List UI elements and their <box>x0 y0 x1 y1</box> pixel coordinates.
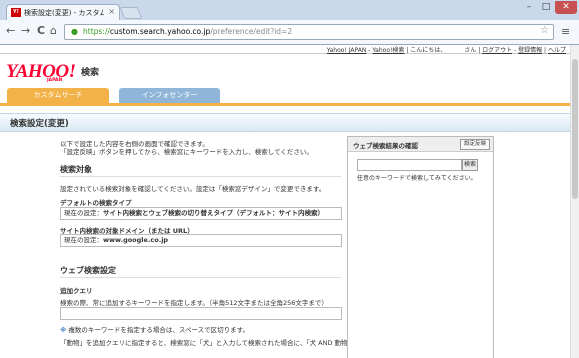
address-url: https://custom.search.yahoo.co.jp/prefer… <box>83 27 292 36</box>
yahoo-favicon-icon: Y! <box>11 8 21 17</box>
registration-link[interactable]: 登録情報 <box>518 47 542 54</box>
yahoo-japan-link[interactable]: Yahoo! JAPAN <box>327 47 367 54</box>
preview-search-input[interactable] <box>357 159 462 171</box>
browser-tab[interactable]: Y! 検索設定(変更) - カスタム × <box>6 4 120 21</box>
close-window-button[interactable]: ✕ <box>555 1 577 14</box>
logout-link[interactable]: ログアウト <box>482 47 512 54</box>
tab-strip: Y! 検索設定(変更) - カスタム × – □ ✕ <box>0 0 579 21</box>
additional-query-label: 追加クエリ <box>60 287 93 295</box>
tab-underline <box>0 103 570 106</box>
page-content: Yahoo! JAPAN - Yahoo!検索 | こんにちは、 さん | ログア… <box>0 45 570 358</box>
divider <box>60 176 341 177</box>
query-example: 「動物」を追加クエリに指定すると、検索窓に「犬」と入力して検索された場合に、「犬… <box>60 339 371 347</box>
divider <box>60 277 341 278</box>
url-host: custom.search.yahoo.co.jp <box>109 27 211 36</box>
scrollbar-thumb[interactable] <box>572 59 578 199</box>
keyword-note: ※ 複数のキーワードを指定する場合は、スペースで区切ります。 <box>60 324 249 334</box>
home-icon[interactable]: ⌂ <box>50 25 57 37</box>
forward-icon[interactable]: → <box>21 25 30 37</box>
browser-tab-title: 検索設定(変更) - カスタム <box>24 9 104 17</box>
address-bar[interactable]: ● https://custom.search.yahoo.co.jp/pref… <box>64 24 554 40</box>
url-scheme: https:// <box>83 27 110 36</box>
service-name: 検索 <box>81 68 100 78</box>
yahoo-logo[interactable]: YAHOO! <box>6 61 76 83</box>
top-links: Yahoo! JAPAN - Yahoo!検索 | こんにちは、 さん | ログア… <box>327 45 566 54</box>
default-type-label: デフォルトの検索タイプ <box>60 199 132 207</box>
back-icon[interactable]: ← <box>6 25 15 37</box>
page-title: 検索設定(変更) <box>10 119 69 129</box>
additional-query-desc: 検索の際、常に追加するキーワードを指定します。（半角512文字または全角256文… <box>60 299 328 307</box>
intro-line-2: 「設定反映」ボタンを押してから、検索窓にキーワードを入力し、検索してください。 <box>60 148 313 156</box>
vertical-scrollbar[interactable] <box>570 45 579 358</box>
section-target-heading: 検索対象 <box>60 165 92 174</box>
bookmark-star-icon[interactable]: ☆ <box>540 25 549 36</box>
preview-panel-title: ウェブ検索結果の確認 <box>353 142 418 150</box>
preview-note: 任意のキーワードで検索してみてください。 <box>357 175 477 182</box>
apply-settings-button[interactable]: 設定反映 <box>459 139 490 150</box>
additional-query-input[interactable] <box>60 307 342 320</box>
menu-icon[interactable]: ≡ <box>561 25 570 38</box>
section-web-heading: ウェブ検索設定 <box>60 266 116 275</box>
preview-search-button[interactable]: 検索 <box>462 159 478 171</box>
tab-custom-search[interactable]: カスタムサーチ <box>7 88 109 103</box>
keyword-note-text: 複数のキーワードを指定する場合は、スペースで区切ります。 <box>68 326 249 334</box>
current-setting-prefix: 現在の設定： <box>64 209 103 217</box>
lock-icon: ● <box>71 27 78 36</box>
current-setting-prefix: 現在の設定： <box>64 236 103 244</box>
user-suffix: さん <box>464 47 477 54</box>
domain-value: www.google.co.jp <box>103 236 169 244</box>
new-tab-button[interactable] <box>119 7 143 19</box>
web-search-preview-panel: ウェブ検索結果の確認 設定反映 検索 任意のキーワードで検索してみてください。 <box>347 136 494 358</box>
default-type-value: サイト内検索とウェブ検索の切り替えタイプ（デフォルト：サイト内検索） <box>103 209 324 217</box>
section-target-desc: 設定されている検索対象を確認してください。設定は「検索窓デザイン」で変更できます… <box>60 185 326 193</box>
yahoo-logo-sub: JAPAN <box>47 78 63 83</box>
tab-info-center[interactable]: インフォセンター <box>119 88 220 103</box>
reload-icon[interactable]: C <box>37 25 45 37</box>
top-nav-bar: Yahoo! JAPAN - Yahoo!検索 | こんにちは、 さん | ログア… <box>0 45 570 54</box>
help-link[interactable]: ヘルプ <box>548 47 566 54</box>
browser-chrome: Y! 検索設定(変更) - カスタム × – □ ✕ ← → C ⌂ ● htt… <box>0 0 579 45</box>
yahoo-search-link[interactable]: Yahoo!検索 <box>372 47 404 54</box>
minimize-button[interactable]: – <box>521 1 537 14</box>
domain-field: 現在の設定：www.google.co.jp <box>60 234 342 247</box>
note-mark: ※ <box>60 326 67 334</box>
greeting-text: | こんにちは、 <box>404 47 447 54</box>
page-title-bar: 検索設定(変更) <box>0 113 570 132</box>
preview-panel-header: ウェブ検索結果の確認 設定反映 <box>348 137 493 152</box>
tab-close-icon[interactable]: × <box>108 7 115 16</box>
url-path: /preference/edit?id=2 <box>210 27 293 36</box>
default-type-field: 現在の設定：サイト内検索とウェブ検索の切り替えタイプ（デフォルト：サイト内検索） <box>60 207 342 220</box>
maximize-button[interactable]: □ <box>538 1 554 14</box>
